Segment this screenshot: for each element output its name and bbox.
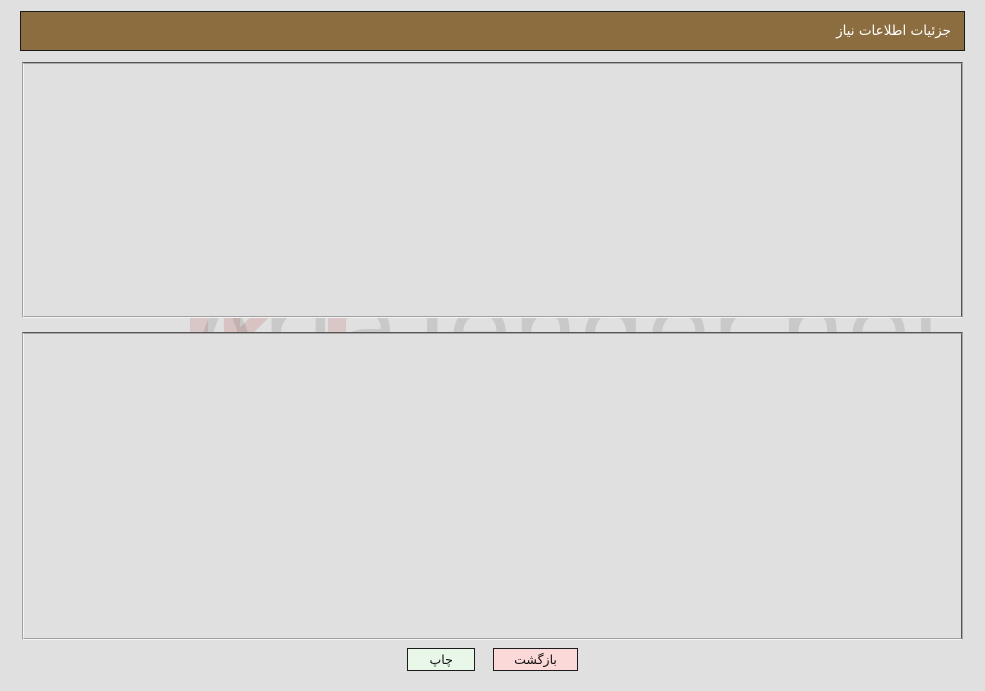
details-panel xyxy=(22,332,963,640)
header-bar: جزئیات اطلاعات نیاز xyxy=(20,11,965,51)
print-button[interactable]: چاپ xyxy=(407,648,476,671)
button-bar: بازگشت چاپ xyxy=(0,648,985,671)
page-title: جزئیات اطلاعات نیاز xyxy=(836,23,951,39)
page-root: K AriaTender.net جزئیات اطلاعات نیاز شما… xyxy=(0,0,985,691)
need-info-panel xyxy=(22,62,963,318)
back-button[interactable]: بازگشت xyxy=(493,648,578,671)
